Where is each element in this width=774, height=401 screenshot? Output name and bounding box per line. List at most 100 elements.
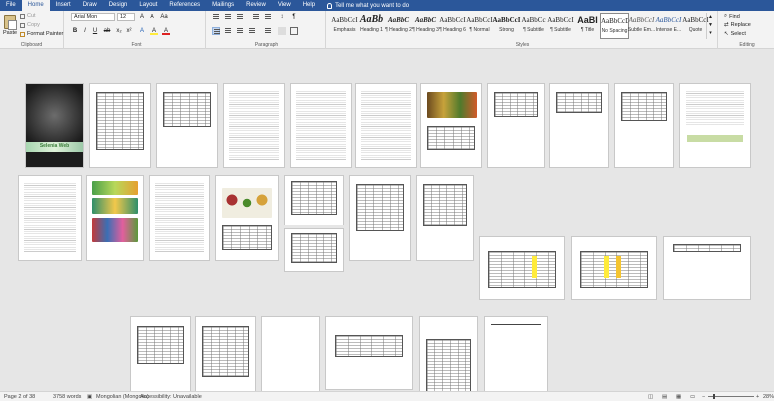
- zoom-level[interactable]: 28%: [763, 393, 774, 401]
- decrease-indent-button[interactable]: [252, 13, 260, 21]
- page-thumbnail[interactable]: [349, 175, 411, 261]
- print-layout-icon[interactable]: ▦: [676, 393, 681, 401]
- cut-button[interactable]: Cut: [20, 13, 36, 19]
- zoom-slider-thumb[interactable]: [713, 394, 715, 399]
- page-thumbnail[interactable]: [290, 83, 352, 168]
- copy-button[interactable]: Copy: [20, 22, 40, 28]
- page-thumbnail[interactable]: [663, 236, 751, 300]
- style-option[interactable]: AaBbCcI ¶ Heading 6: [438, 13, 467, 39]
- page-thumbnail[interactable]: [284, 175, 344, 225]
- style-option[interactable]: AaBI ¶ Title: [573, 13, 602, 39]
- page-thumbnail[interactable]: [355, 83, 417, 168]
- strikethrough-button[interactable]: ab: [103, 27, 111, 35]
- bold-button[interactable]: B: [71, 27, 79, 35]
- tab-view[interactable]: View: [272, 0, 297, 11]
- tell-me-box[interactable]: Tell me what you want to do: [327, 2, 409, 9]
- page-thumbnail[interactable]: [261, 316, 320, 401]
- tab-home[interactable]: Home: [21, 0, 50, 11]
- align-right-button[interactable]: [236, 27, 244, 35]
- tab-design[interactable]: Design: [103, 0, 134, 11]
- page-thumbnail[interactable]: [484, 316, 548, 401]
- page-thumbnail[interactable]: [18, 175, 82, 261]
- highlight-button[interactable]: A: [150, 27, 158, 35]
- style-option[interactable]: AaBbCcI ¶ Subtitle: [546, 13, 575, 39]
- tab-references[interactable]: References: [163, 0, 206, 11]
- page-thumbnail[interactable]: [86, 175, 144, 261]
- page-thumbnail[interactable]: [149, 175, 210, 261]
- page-thumbnail[interactable]: [571, 236, 657, 300]
- style-option[interactable]: AaBbCcI ¶ Normal: [465, 13, 494, 39]
- text-effects-button[interactable]: A: [138, 27, 146, 35]
- page-thumbnail[interactable]: [614, 83, 674, 168]
- font-size-select[interactable]: 12: [117, 13, 135, 21]
- word-count[interactable]: 3758 words: [53, 393, 81, 401]
- page-thumbnail[interactable]: [325, 316, 413, 390]
- italic-button[interactable]: I: [81, 27, 89, 35]
- sort-button[interactable]: ↕: [278, 13, 286, 21]
- replace-button[interactable]: ⇄ Replace: [724, 22, 751, 28]
- paste-icon[interactable]: [4, 15, 17, 30]
- proofing-icon[interactable]: ▣: [87, 393, 92, 401]
- tab-draw[interactable]: Draw: [77, 0, 103, 11]
- style-option[interactable]: AaBb Heading 1: [357, 13, 386, 39]
- page-thumbnail[interactable]: [195, 316, 256, 401]
- page-thumbnail[interactable]: [419, 316, 478, 401]
- style-option[interactable]: AaBbCc ¶ Subtitle: [519, 13, 548, 39]
- page-thumbnail[interactable]: [420, 83, 482, 168]
- zoom-in-button[interactable]: +: [756, 393, 759, 401]
- subscript-button[interactable]: x₂: [115, 27, 123, 35]
- font-name-select[interactable]: Arial Mon: [71, 13, 115, 21]
- style-option[interactable]: AaBbCcDc No Spacing: [600, 13, 629, 39]
- shrink-font-button[interactable]: A: [148, 13, 156, 21]
- style-option[interactable]: AaBbCcI Subtle Em...: [627, 13, 656, 39]
- increase-indent-button[interactable]: [264, 13, 272, 21]
- tab-help[interactable]: Help: [297, 0, 321, 11]
- web-layout-icon[interactable]: ▭: [690, 393, 695, 401]
- tab-insert[interactable]: Insert: [50, 0, 77, 11]
- page-thumbnail[interactable]: Selenia Web: [25, 83, 84, 168]
- find-button[interactable]: ⌕ Find: [724, 13, 740, 20]
- page-indicator[interactable]: Page 2 of 38: [4, 393, 35, 401]
- multilevel-list-button[interactable]: [236, 13, 244, 21]
- page-thumbnail[interactable]: [679, 83, 751, 168]
- page-thumbnail[interactable]: [549, 83, 609, 168]
- read-mode-icon[interactable]: ▤: [662, 393, 667, 401]
- style-option[interactable]: AaBbC ¶ Heading 2: [384, 13, 413, 39]
- zoom-out-button[interactable]: −: [702, 393, 705, 401]
- align-left-button[interactable]: [212, 27, 220, 35]
- tab-layout[interactable]: Layout: [133, 0, 163, 11]
- change-case-button[interactable]: Aa: [160, 13, 168, 21]
- show-hide-button[interactable]: ¶: [290, 13, 298, 21]
- style-option[interactable]: AaBbCcI Emphasis: [330, 13, 359, 39]
- page-thumbnail[interactable]: [487, 83, 545, 168]
- page-thumbnail[interactable]: [215, 175, 279, 261]
- superscript-button[interactable]: x²: [125, 27, 133, 35]
- shading-button[interactable]: [278, 27, 286, 35]
- page-thumbnail[interactable]: [89, 83, 151, 168]
- style-option[interactable]: AaBbCcI Strong: [492, 13, 521, 39]
- document-area[interactable]: Selenia Web: [0, 50, 774, 401]
- page-thumbnail[interactable]: [284, 228, 344, 272]
- page-thumbnail[interactable]: [130, 316, 191, 401]
- format-painter-button[interactable]: Format Painter: [20, 31, 63, 37]
- line-spacing-button[interactable]: [264, 27, 272, 35]
- tab-file[interactable]: File: [0, 0, 22, 11]
- paste-button[interactable]: Paste: [3, 30, 17, 36]
- style-option[interactable]: AaBbC ¶ Heading 3: [411, 13, 440, 39]
- borders-button[interactable]: [290, 27, 298, 35]
- focus-icon[interactable]: ◫: [648, 393, 653, 401]
- page-thumbnail[interactable]: [156, 83, 218, 168]
- page-thumbnail[interactable]: [416, 175, 474, 261]
- tab-review[interactable]: Review: [240, 0, 272, 11]
- select-button[interactable]: ↖ Select: [724, 31, 746, 37]
- numbering-button[interactable]: [224, 13, 232, 21]
- page-thumbnail[interactable]: [479, 236, 565, 300]
- page-thumbnail[interactable]: [223, 83, 285, 168]
- underline-button[interactable]: U: [91, 27, 99, 35]
- accessibility-status[interactable]: Accessibility: Unavailable: [140, 393, 202, 401]
- style-option[interactable]: AaBbCcI Intense E...: [654, 13, 683, 39]
- tab-mailings[interactable]: Mailings: [206, 0, 240, 11]
- bullets-button[interactable]: [212, 13, 220, 21]
- justify-button[interactable]: [248, 27, 256, 35]
- grow-font-button[interactable]: A: [138, 13, 146, 21]
